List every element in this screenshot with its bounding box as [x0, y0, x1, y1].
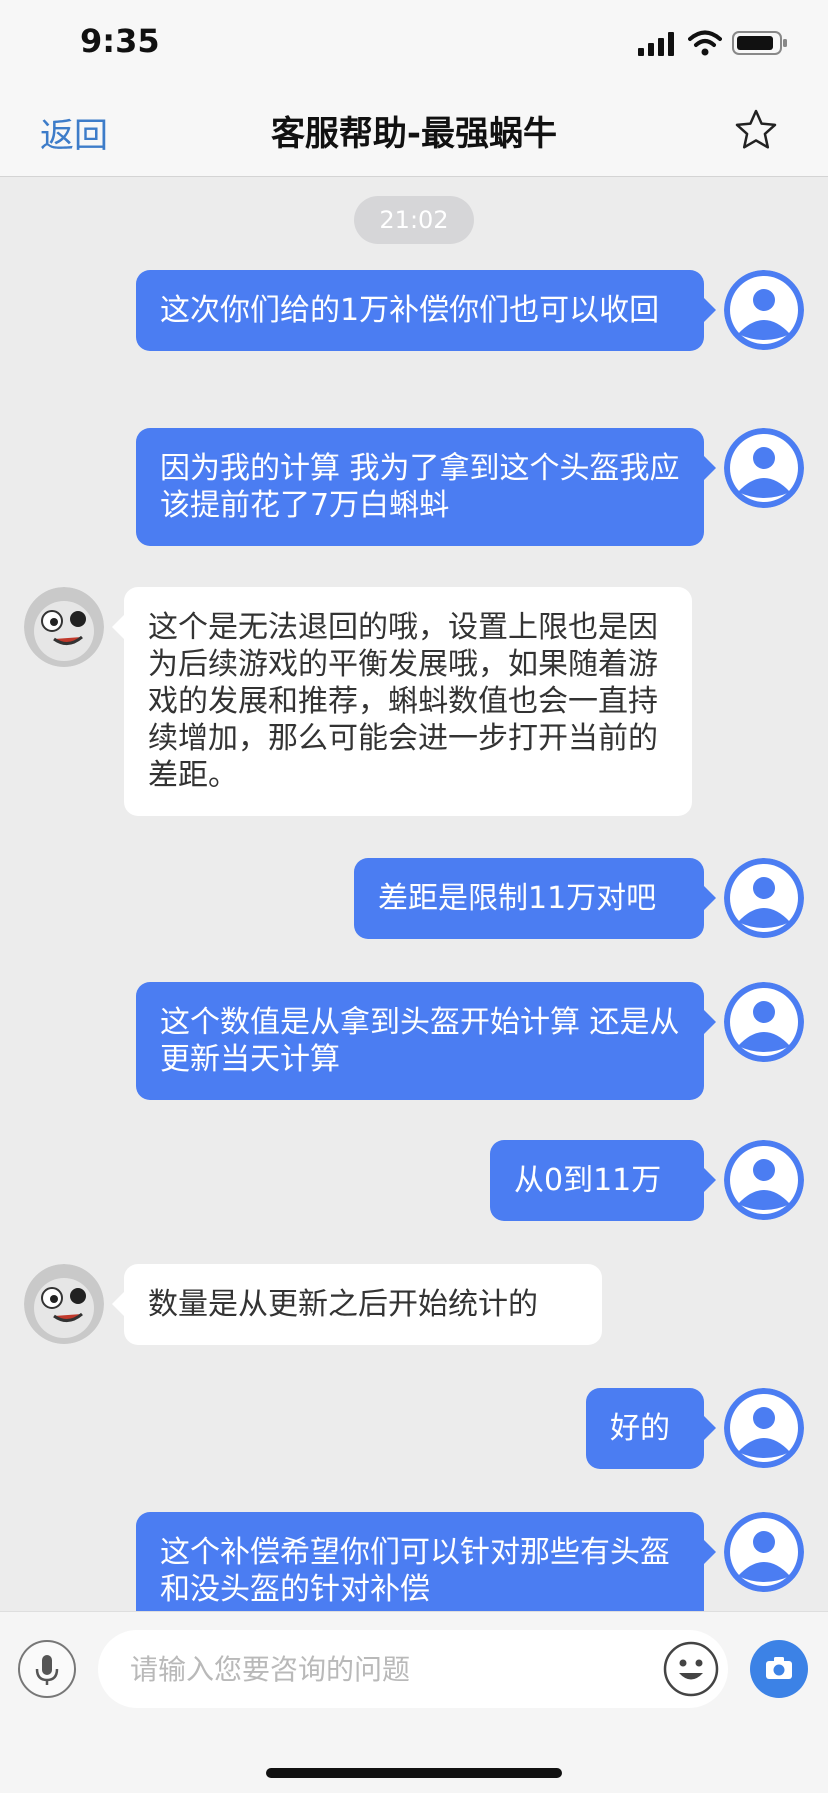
- page-title: 客服帮助-最强蜗牛: [270, 114, 558, 154]
- camera-button[interactable]: [750, 1640, 808, 1698]
- user-avatar[interactable]: [724, 982, 804, 1062]
- user-avatar[interactable]: [724, 270, 804, 350]
- emoji-icon[interactable]: [662, 1640, 720, 1698]
- user-avatar[interactable]: [724, 1140, 804, 1220]
- message-bubble-outgoing[interactable]: 从0到11万: [490, 1140, 716, 1221]
- user-avatar[interactable]: [724, 1388, 804, 1468]
- home-indicator: [266, 1768, 562, 1778]
- camera-icon: [766, 1657, 792, 1679]
- message-bubble-incoming[interactable]: 这个是无法退回的哦，设置上限也是因为后续游戏的平衡发展哦，如果随着游戏的发展和推…: [112, 587, 692, 816]
- chat-history[interactable]: 21:02 这次你们给的1万补偿你们也可以收回 因为我的计算 我为了拿到这个头盔…: [0, 177, 828, 1611]
- message-input-bar: [0, 1611, 828, 1793]
- message-bubble-outgoing[interactable]: 好的: [586, 1388, 716, 1469]
- message-bubble-outgoing[interactable]: 这次你们给的1万补偿你们也可以收回: [136, 270, 716, 351]
- user-avatar[interactable]: [724, 1512, 804, 1592]
- user-avatar[interactable]: [724, 428, 804, 508]
- cellular-signal-icon: [638, 32, 674, 56]
- wifi-icon: [688, 30, 722, 56]
- message-bubble-incoming[interactable]: 数量是从更新之后开始统计的: [112, 1264, 602, 1345]
- voice-input-button[interactable]: [18, 1640, 76, 1698]
- agent-avatar[interactable]: [24, 587, 104, 667]
- message-bubble-outgoing[interactable]: 这个补偿希望你们可以针对那些有头盔和没头盔的针对补偿: [136, 1512, 716, 1611]
- star-icon[interactable]: [734, 108, 778, 152]
- status-time: 9:35: [80, 22, 160, 60]
- message-bubble-outgoing[interactable]: 因为我的计算 我为了拿到这个头盔我应该提前花了7万白蝌蚪: [136, 428, 716, 546]
- user-avatar[interactable]: [724, 858, 804, 938]
- message-bubble-outgoing[interactable]: 差距是限制11万对吧: [354, 858, 716, 939]
- navigation-bar: 返回 客服帮助-最强蜗牛: [0, 88, 828, 177]
- microphone-icon: [35, 1655, 59, 1685]
- battery-icon: [732, 31, 787, 55]
- message-bubble-outgoing[interactable]: 这个数值是从拿到头盔开始计算 还是从更新当天计算: [136, 982, 716, 1100]
- timestamp-badge: 21:02: [354, 196, 474, 244]
- status-bar: 9:35: [0, 0, 828, 88]
- agent-avatar[interactable]: [24, 1264, 104, 1344]
- message-input[interactable]: [98, 1630, 728, 1708]
